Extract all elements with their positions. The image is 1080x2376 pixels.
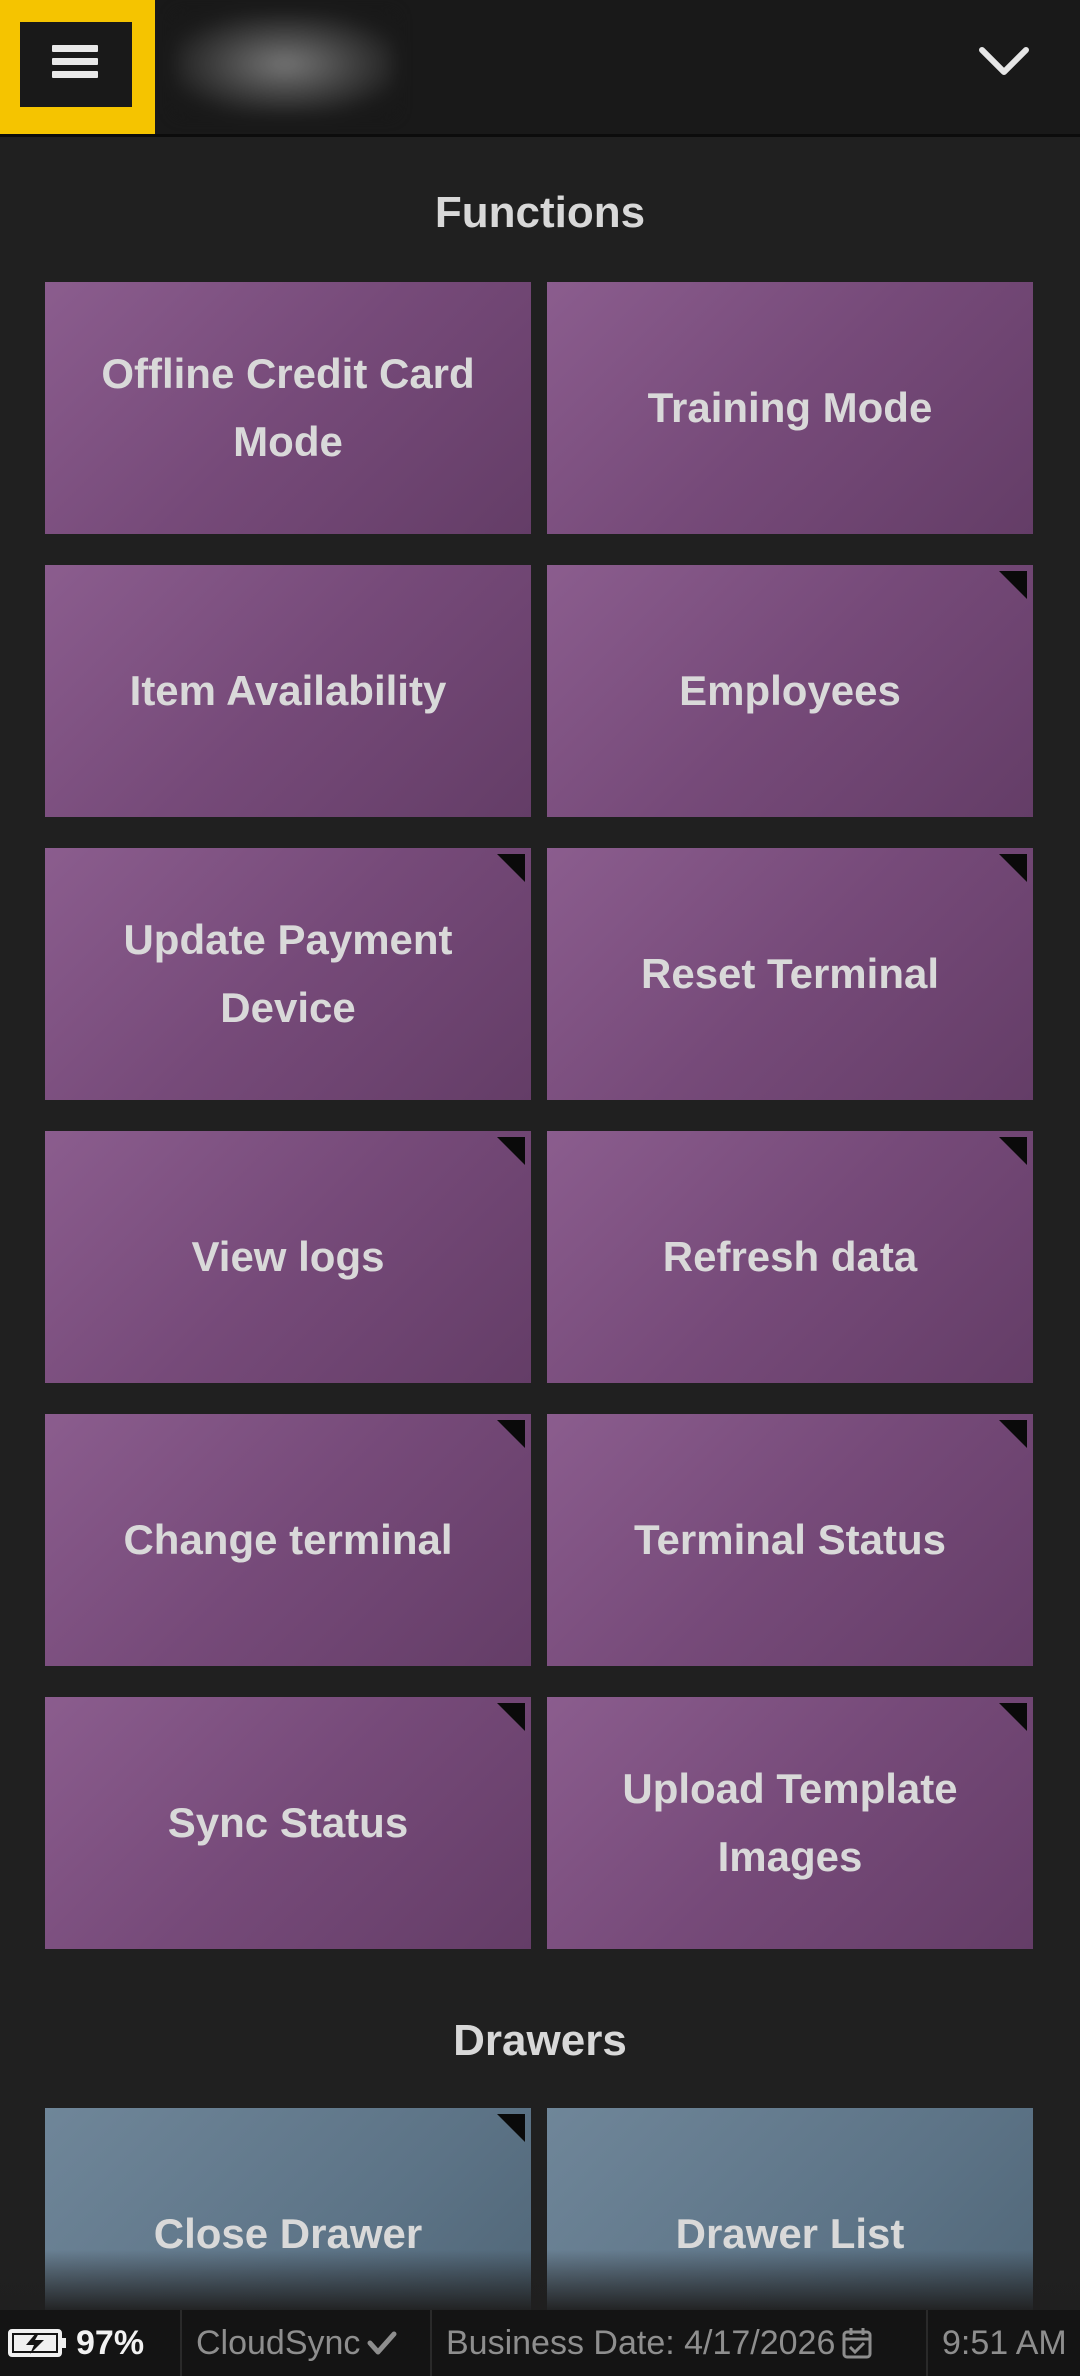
menu-button-inner[interactable] — [20, 22, 132, 107]
offline-credit-card-mode-button[interactable]: Offline Credit Card Mode — [45, 282, 531, 534]
hamburger-icon[interactable] — [52, 45, 98, 83]
corner-indicator-icon — [999, 1703, 1027, 1731]
tile-label: Change terminal — [123, 1516, 453, 1563]
chevron-down-icon[interactable] — [978, 44, 1030, 80]
refresh-data-button[interactable]: Refresh data — [547, 1131, 1033, 1383]
corner-indicator-icon — [497, 1137, 525, 1165]
status-bar: 97% CloudSync Business Date: 4/17/2026 9… — [0, 2310, 1080, 2376]
battery-percent: 97% — [76, 2323, 145, 2362]
view-logs-button[interactable]: View logs — [45, 1131, 531, 1383]
corner-indicator-icon — [497, 1420, 525, 1448]
current-time: 9:51 AM — [942, 2323, 1067, 2362]
tile-label: View logs — [191, 1233, 385, 1280]
battery-status: 97% — [0, 2310, 182, 2376]
scroll-fade — [0, 2250, 1080, 2310]
sync-status-button[interactable]: Sync Status — [45, 1697, 531, 1949]
tile-label: Training Mode — [647, 384, 933, 431]
reset-terminal-button[interactable]: Reset Terminal — [547, 848, 1033, 1100]
upload-template-images-button[interactable]: Upload Template Images — [547, 1697, 1033, 1949]
clock-status: 9:51 AM — [928, 2310, 1080, 2376]
employees-button[interactable]: Employees — [547, 565, 1033, 817]
change-terminal-button[interactable]: Change terminal — [45, 1414, 531, 1666]
app-screen: Functions Offline Credit Card Mode Train… — [0, 0, 1080, 2376]
calendar-check-icon — [842, 2328, 872, 2359]
corner-indicator-icon — [999, 854, 1027, 882]
drawers-heading: Drawers — [453, 2016, 627, 2065]
business-date: Business Date: 4/17/2026 — [446, 2323, 836, 2362]
training-mode-button[interactable]: Training Mode — [547, 282, 1033, 534]
tile-label: Terminal Status — [634, 1516, 946, 1563]
tile-label: Offline Credit Card Mode — [101, 350, 475, 465]
tile-label: Item Availability — [129, 667, 447, 714]
corner-indicator-icon — [497, 1703, 525, 1731]
blurred-title — [175, 14, 395, 114]
corner-indicator-icon — [999, 1137, 1027, 1165]
tile-label: Update Payment Device — [123, 916, 453, 1031]
battery-charging-icon — [8, 2329, 66, 2357]
cloud-sync-status: CloudSync — [182, 2310, 432, 2376]
tile-label: Refresh data — [662, 1233, 918, 1280]
corner-indicator-icon — [999, 1420, 1027, 1448]
tile-label: Employees — [679, 667, 901, 714]
tile-label: Upload Template Images — [622, 1765, 958, 1880]
update-payment-device-button[interactable]: Update Payment Device — [45, 848, 531, 1100]
terminal-status-button[interactable]: Terminal Status — [547, 1414, 1033, 1666]
tile-label: Reset Terminal — [641, 950, 939, 997]
top-bar — [0, 0, 1080, 137]
functions-heading: Functions — [434, 188, 646, 237]
checkmark-icon — [367, 2331, 397, 2355]
item-availability-button[interactable]: Item Availability — [45, 565, 531, 817]
corner-indicator-icon — [497, 2114, 525, 2142]
menu-button[interactable] — [0, 0, 155, 134]
corner-indicator-icon — [497, 854, 525, 882]
sync-label: CloudSync — [196, 2323, 361, 2362]
business-date-status: Business Date: 4/17/2026 — [432, 2310, 928, 2376]
tile-label: Sync Status — [167, 1799, 409, 1846]
corner-indicator-icon — [999, 571, 1027, 599]
